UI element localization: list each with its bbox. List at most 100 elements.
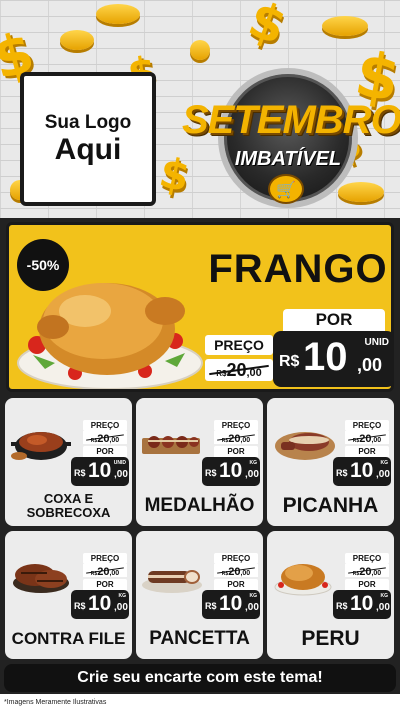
price-currency: R$	[74, 601, 86, 611]
price-currency: R$	[205, 468, 217, 478]
price-integer: 10	[88, 459, 112, 482]
product-card-pancetta: PREÇO R$20,00 POR R$ 10,00 KG PANCETTA	[136, 531, 263, 659]
cart-icon: 🛒	[268, 174, 304, 204]
price-tag: R$ 10,00 KG	[71, 590, 129, 619]
disclaimer: *Imagens Meramente Ilustrativas	[0, 694, 400, 711]
price-tag: R$ 10,00 KG	[202, 590, 260, 619]
price-unit: KG	[380, 460, 389, 466]
price-unit: KG	[118, 593, 127, 599]
price-unit: KG	[380, 593, 389, 599]
old-price-integer: 20	[359, 433, 372, 445]
logo-line-1: Sua Logo	[44, 112, 132, 134]
product-name: PERU	[301, 627, 360, 651]
por-label: POR	[283, 309, 385, 331]
product-card-picanha: PREÇO R$20,00 POR R$ 10,00 KG PICANHA	[267, 398, 394, 526]
price-decimals: ,00	[114, 469, 128, 480]
price-integer: 10	[303, 335, 348, 379]
product-name: PICANHA	[282, 494, 379, 518]
price-integer: 10	[219, 592, 243, 615]
old-price-decimals: ,00	[109, 570, 120, 577]
old-price-integer: 20	[359, 566, 372, 578]
campaign-subtitle: IMBATÍVEL	[234, 148, 342, 170]
price-currency: R$	[336, 601, 348, 611]
por-label: POR	[345, 579, 389, 590]
product-card-medalhao: PREÇO R$20,00 POR R$ 10,00 KG MEDALHÃO	[136, 398, 263, 526]
price-unit: UNID	[113, 460, 126, 466]
por-label: POR	[214, 579, 258, 590]
campaign-badge: SETEMBRO IMBATÍVEL 🛒	[182, 68, 400, 216]
price-integer: 10	[219, 459, 243, 482]
price-tag: R$ 10,00 KG	[333, 457, 391, 486]
price-decimals: ,00	[376, 469, 390, 480]
price-unit: KG	[249, 593, 258, 599]
old-price-integer: 20	[97, 433, 110, 445]
price-unit: KG	[249, 460, 258, 466]
preco-label: PREÇO	[345, 553, 389, 564]
por-label: POR	[83, 579, 127, 590]
product-card-peru: PREÇO R$20,00 POR R$ 10,00 KG PERU	[267, 531, 394, 659]
pancetta-image	[142, 570, 202, 593]
old-price-decimals: ,00	[109, 437, 120, 444]
steak-image	[13, 564, 69, 593]
price-currency: R$	[336, 468, 348, 478]
preco-label: PREÇO	[83, 420, 127, 431]
product-card-coxa-e-sobrecoxa: PREÇO R$20,00 POR R$ 10,00 UNID COXA E SOB…	[5, 398, 132, 526]
por-label: POR	[83, 446, 127, 457]
old-price-integer: 20	[97, 566, 110, 578]
old-price-decimals: ,00	[240, 437, 251, 444]
price-decimals: ,00	[357, 355, 383, 375]
picanha-board-image	[275, 432, 335, 460]
old-price-integer: 20	[228, 433, 241, 445]
featured-product: -50% FRANGO POR PREÇO R$20,00 R$ 10 ,00 …	[6, 222, 394, 392]
dollar-icon: $	[241, 0, 294, 57]
price-currency: R$	[279, 353, 300, 370]
old-price-integer: 20	[228, 566, 241, 578]
old-price: R$20,00	[345, 431, 389, 445]
product-card-contra-file: PREÇO R$20,00 POR R$ 10,00 KG CONTRA FILE	[5, 531, 132, 659]
preco-label: PREÇO	[83, 553, 127, 564]
old-price: R$20,00	[205, 359, 273, 381]
por-label: POR	[214, 446, 258, 457]
price-decimals: ,00	[114, 602, 128, 613]
cta-banner[interactable]: Crie seu encarte com este tema!	[4, 664, 396, 692]
preco-label: PREÇO	[214, 420, 258, 431]
old-price-decimals: ,00	[240, 570, 251, 577]
old-price-decimals: ,00	[371, 570, 382, 577]
old-price: R$20,00	[83, 431, 127, 445]
chicken-pot-image	[11, 432, 71, 460]
old-price: R$20,00	[345, 564, 389, 578]
price-integer: 10	[88, 592, 112, 615]
old-price: R$20,00	[214, 564, 258, 578]
coin-icon	[60, 30, 94, 50]
price-unit: UNID	[364, 337, 389, 348]
old-price: R$20,00	[83, 564, 127, 578]
price-integer: 10	[350, 592, 374, 615]
price-decimals: ,00	[245, 469, 259, 480]
old-price: R$20,00	[214, 431, 258, 445]
logo-placeholder: Sua Logo Aqui	[20, 72, 156, 206]
price-integer: 10	[350, 459, 374, 482]
price-currency: R$	[205, 601, 217, 611]
preco-label: PREÇO	[205, 335, 273, 355]
product-name: MEDALHÃO	[144, 494, 255, 516]
discount-badge: -50%	[17, 239, 69, 291]
roast-turkey-image	[274, 564, 332, 596]
price-tag: R$ 10,00 KG	[202, 457, 260, 486]
preco-label: PREÇO	[214, 553, 258, 564]
medallion-skewers-image	[142, 436, 200, 454]
old-price-decimals: ,00	[371, 437, 382, 444]
price-currency: R$	[74, 468, 86, 478]
price-tag: R$ 10,00 UNID	[71, 457, 129, 486]
por-label: POR	[345, 446, 389, 457]
price-decimals: ,00	[245, 602, 259, 613]
product-name: COXA E SOBRECOXA	[26, 490, 111, 520]
price-decimals: ,00	[376, 602, 390, 613]
coin-icon	[190, 40, 210, 60]
product-name: CONTRA FILE	[11, 628, 126, 648]
featured-product-name: FRANGO	[208, 247, 388, 291]
price-tag: R$ 10,00 KG	[333, 590, 391, 619]
product-name: PANCETTA	[149, 627, 250, 649]
campaign-title: SETEMBRO	[182, 98, 400, 142]
coin-icon	[96, 4, 140, 24]
header-banner: $ $ $ $ $ $ Sua Logo Aqui SETEMBRO IMBAT…	[0, 0, 400, 218]
